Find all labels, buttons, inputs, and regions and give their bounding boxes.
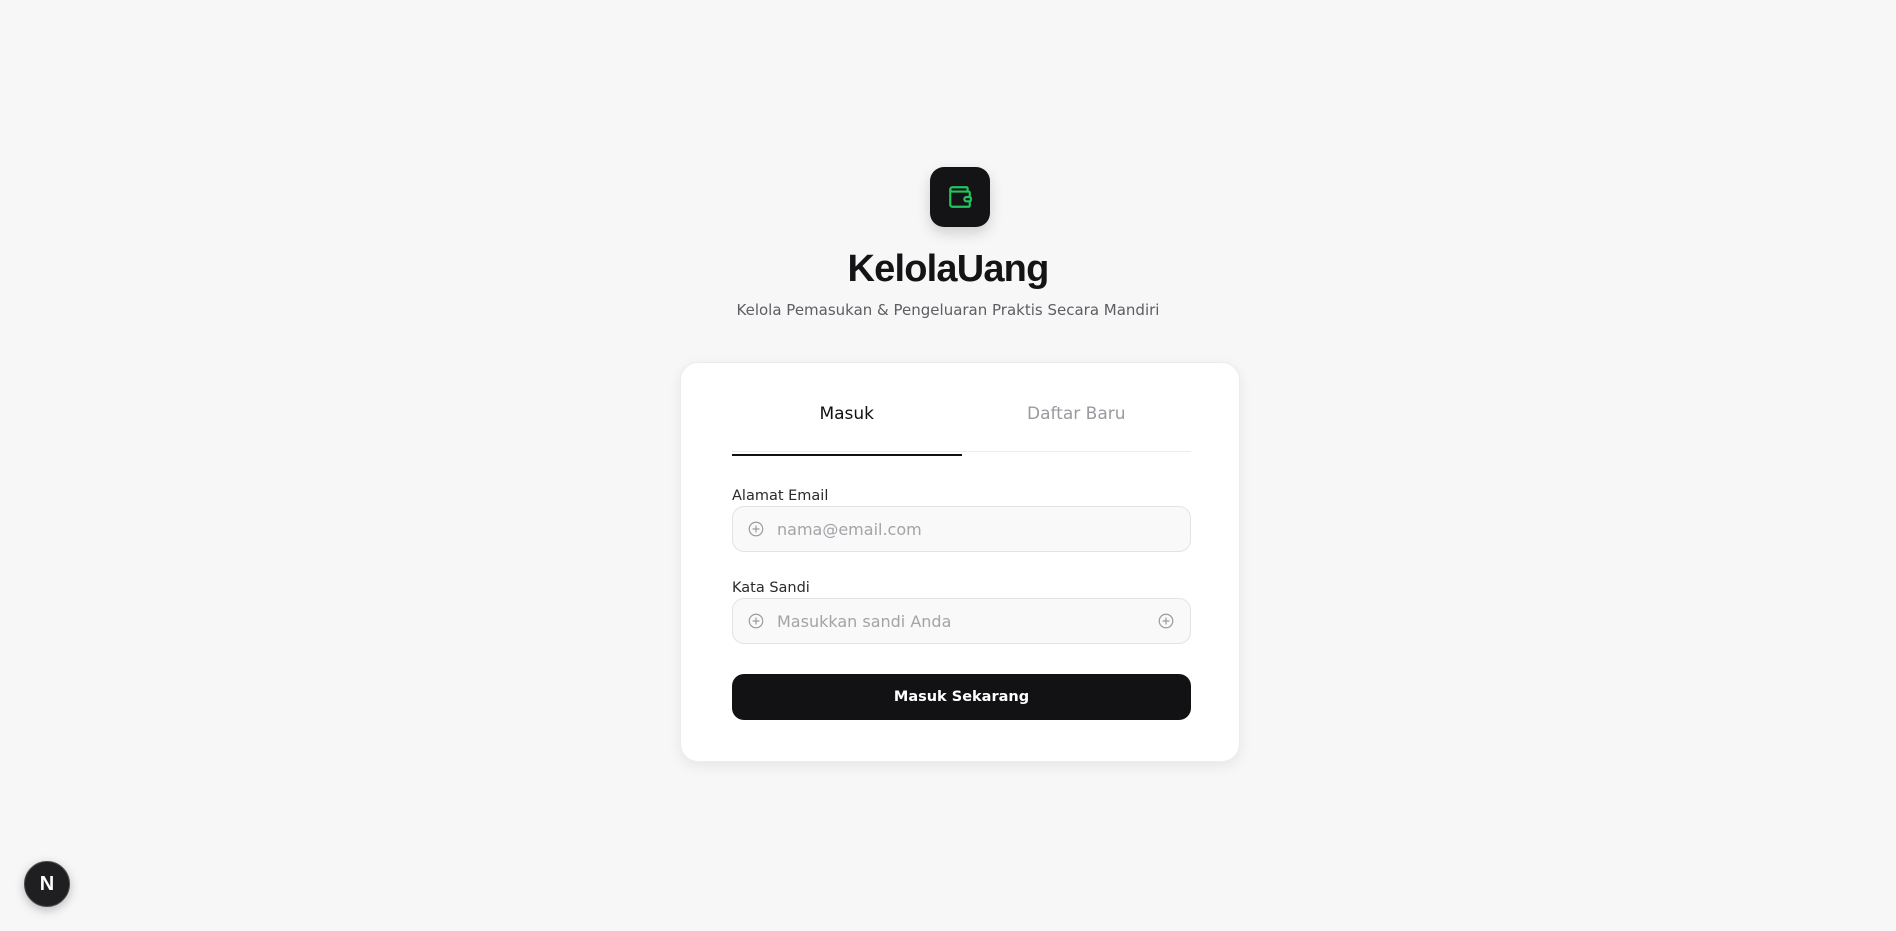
login-submit-button[interactable]: Masuk Sekarang: [732, 674, 1191, 720]
tab-login[interactable]: Masuk: [732, 363, 962, 456]
auth-tabs: Masuk Daftar Baru: [732, 363, 1192, 456]
app-title: KelolaUang: [847, 248, 1049, 290]
app-logo: [930, 167, 990, 227]
email-label: Alamat Email: [732, 488, 829, 504]
tab-register[interactable]: Daftar Baru: [962, 363, 1192, 451]
auth-card: Masuk Daftar Baru Alamat Email Kata Sand…: [680, 362, 1240, 762]
app-subtitle: Kelola Pemasukan & Pengeluaran Praktis S…: [736, 301, 1160, 319]
password-input[interactable]: [777, 599, 1148, 643]
email-field-wrapper: [732, 506, 1191, 552]
wallet-icon: [949, 186, 972, 208]
email-input[interactable]: [777, 507, 1190, 551]
dev-indicator-label: N: [39, 873, 55, 895]
plus-circle-icon: [746, 519, 766, 539]
password-toggle-icon[interactable]: [1156, 611, 1176, 631]
plus-circle-icon: [746, 611, 766, 631]
dev-indicator-button[interactable]: N: [24, 861, 70, 907]
login-page: KelolaUang Kelola Pemasukan & Pengeluara…: [0, 0, 1896, 931]
password-label: Kata Sandi: [732, 580, 810, 596]
password-field-wrapper: [732, 598, 1191, 644]
